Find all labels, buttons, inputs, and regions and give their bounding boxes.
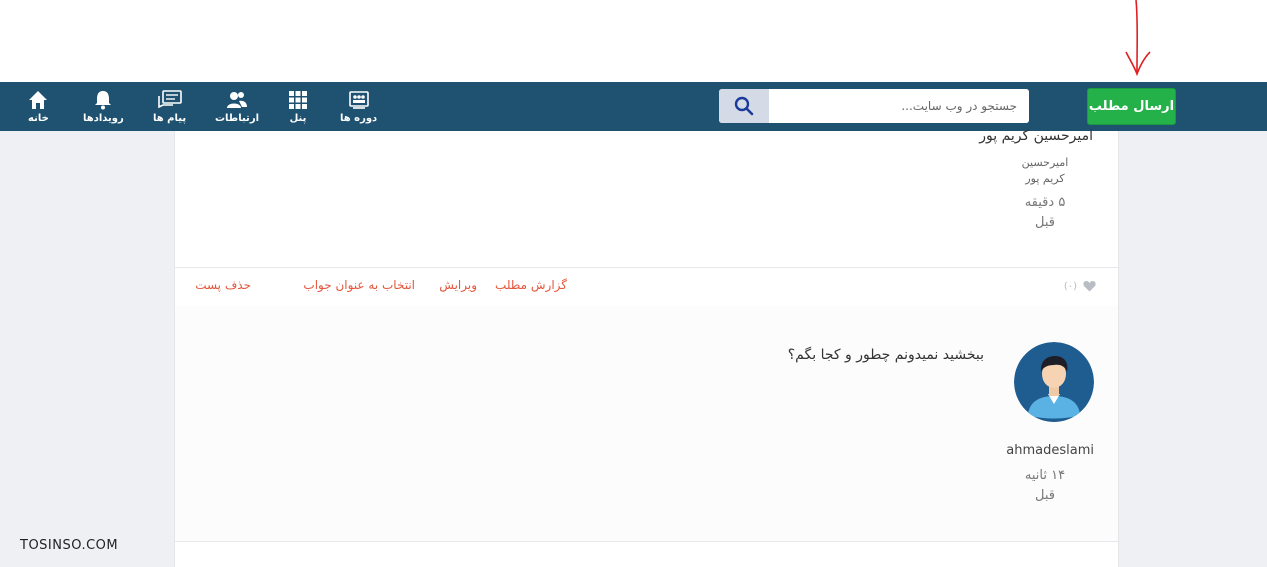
post-author-name[interactable]: امیرحسین کریم پور xyxy=(979,128,1093,144)
watermark: TOSINSO.COM xyxy=(20,538,119,553)
submit-post-button[interactable]: ارسال مطلب xyxy=(1087,88,1176,125)
post-author-sub-line2: کریم پور xyxy=(1025,172,1065,185)
post-time: ۵ دقیقه قبل xyxy=(1005,193,1085,233)
avatar[interactable] xyxy=(1014,342,1094,422)
delete-post-link[interactable]: حذف پست xyxy=(195,278,251,292)
messages-icon xyxy=(157,90,182,109)
nav-courses[interactable]: دوره ها xyxy=(340,90,377,124)
divider xyxy=(175,541,1118,542)
nav-courses-label: دوره ها xyxy=(340,113,378,124)
reply-time-line1: ۱۴ ثانیه xyxy=(1024,468,1066,483)
nav-events[interactable]: رویدادها xyxy=(83,90,124,124)
heart-icon xyxy=(1083,280,1096,292)
home-icon xyxy=(29,91,48,109)
report-post-link[interactable]: گزارش مطلب xyxy=(495,278,567,292)
post-author-sub: امیرحسین کریم پور xyxy=(1005,155,1085,187)
post-action-bar: (۰) گزارش مطلب ویرایش انتخاب به عنوان جو… xyxy=(175,267,1118,307)
reply-username[interactable]: ahmadeslami xyxy=(1006,443,1094,458)
nav-panel-label: پنل xyxy=(289,113,307,124)
reply-time: ۱۴ ثانیه قبل xyxy=(1005,466,1085,506)
nav-home-label: خانه xyxy=(28,113,49,124)
reply-text: ببخشید نمیدونم چطور و کجا بگم؟ xyxy=(787,347,984,363)
post-time-line2: قبل xyxy=(1035,215,1055,230)
nav-connections-label: ارتباطات xyxy=(215,113,259,124)
reply-post: ببخشید نمیدونم چطور و کجا بگم؟ ahmadesla… xyxy=(175,306,1118,541)
post-time-line1: ۵ دقیقه xyxy=(1024,195,1066,210)
nav-events-label: رویدادها xyxy=(83,113,124,124)
search-button[interactable] xyxy=(719,89,769,123)
search-input[interactable] xyxy=(769,89,1029,123)
search-icon xyxy=(734,96,754,116)
navbar: ارسال مطلب دوره ها پنل xyxy=(0,82,1267,131)
like-button[interactable]: (۰) xyxy=(1064,280,1096,292)
post-author-sub-line1: امیرحسین xyxy=(1021,156,1069,169)
bell-icon xyxy=(95,91,112,110)
search-box xyxy=(719,89,1029,123)
user-avatar-icon xyxy=(1014,342,1094,422)
topic-card: امیرحسین کریم پور امیرحسین کریم پور ۵ دق… xyxy=(174,128,1119,567)
nav-connections[interactable]: ارتباطات xyxy=(215,90,259,124)
annotation-arrow-icon xyxy=(1125,0,1151,77)
select-answer-link[interactable]: انتخاب به عنوان جواب xyxy=(303,278,415,292)
nav-home[interactable]: خانه xyxy=(28,90,49,124)
like-count: (۰) xyxy=(1063,280,1077,292)
top-band xyxy=(0,0,1267,82)
nav-panel[interactable]: پنل xyxy=(288,90,308,124)
nav-messages[interactable]: پیام ها xyxy=(153,90,186,124)
grid-icon xyxy=(289,91,307,109)
nav-messages-label: پیام ها xyxy=(153,113,187,124)
edit-post-link[interactable]: ویرایش xyxy=(439,278,477,292)
people-icon xyxy=(227,92,247,108)
reply-time-line2: قبل xyxy=(1035,488,1055,503)
courses-icon xyxy=(348,91,369,109)
